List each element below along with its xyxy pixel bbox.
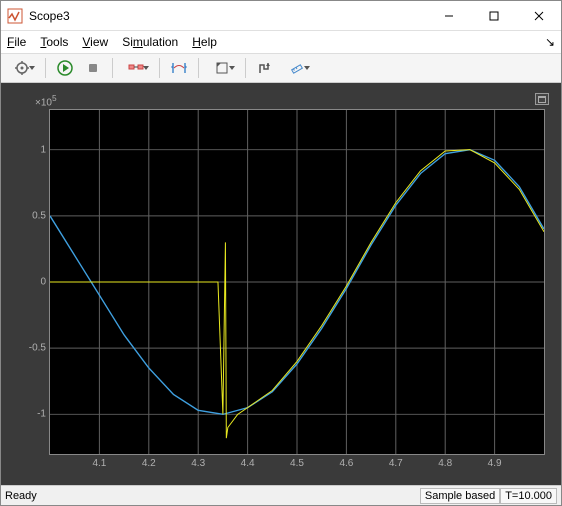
run-button[interactable] <box>52 56 78 80</box>
minimize-button[interactable] <box>426 1 471 30</box>
status-ready: Ready <box>5 490 37 502</box>
menu-help[interactable]: Help <box>192 35 217 49</box>
y-tick-label: 1 <box>40 144 46 155</box>
menu-simulation[interactable]: Simulation <box>122 35 178 49</box>
scope-window: Scope3 File Tools View Simulation Help ↘ <box>0 0 562 506</box>
highlight-button[interactable] <box>166 56 192 80</box>
menu-view[interactable]: View <box>82 35 108 49</box>
menu-tools[interactable]: Tools <box>40 35 68 49</box>
x-tick-label: 4.9 <box>488 458 502 469</box>
stop-button[interactable] <box>80 56 106 80</box>
close-button[interactable] <box>516 1 561 30</box>
cursor-button[interactable] <box>252 56 278 80</box>
y-tick-label: 0 <box>40 277 46 288</box>
zoom-button[interactable] <box>205 56 239 80</box>
settings-button[interactable] <box>5 56 39 80</box>
x-tick-label: 4.2 <box>142 458 156 469</box>
x-tick-label: 4.7 <box>389 458 403 469</box>
app-icon <box>7 8 23 24</box>
menubar: File Tools View Simulation Help ↘ <box>1 31 561 53</box>
step-button[interactable] <box>119 56 153 80</box>
y-tick-label: 0.5 <box>32 210 46 221</box>
plot-area[interactable]: ×105 -1-0.500.51 4.14.24.34.44.54.64.74.… <box>1 83 561 485</box>
y-tick-label: -0.5 <box>29 343 46 354</box>
plot-maximize-icon[interactable] <box>535 93 549 105</box>
x-tick-label: 4.8 <box>438 458 452 469</box>
window-title: Scope3 <box>29 9 426 23</box>
toolbar <box>1 53 561 83</box>
y-tick-label: -1 <box>37 409 46 420</box>
status-time: T=10.000 <box>500 488 557 504</box>
x-tick-label: 4.4 <box>241 458 255 469</box>
x-tick-label: 4.6 <box>339 458 353 469</box>
chart-axes[interactable]: -1-0.500.51 4.14.24.34.44.54.64.74.84.9 <box>49 109 545 455</box>
y-exponent-label: ×105 <box>35 93 57 108</box>
statusbar: Ready Sample based T=10.000 <box>1 485 561 505</box>
x-tick-label: 4.5 <box>290 458 304 469</box>
menu-file[interactable]: File <box>7 35 26 49</box>
status-mode: Sample based <box>420 488 500 504</box>
titlebar: Scope3 <box>1 1 561 31</box>
x-tick-label: 4.1 <box>92 458 106 469</box>
x-tick-label: 4.3 <box>191 458 205 469</box>
menu-corner-icon[interactable]: ↘ <box>545 35 555 49</box>
maximize-button[interactable] <box>471 1 516 30</box>
measure-button[interactable] <box>280 56 314 80</box>
